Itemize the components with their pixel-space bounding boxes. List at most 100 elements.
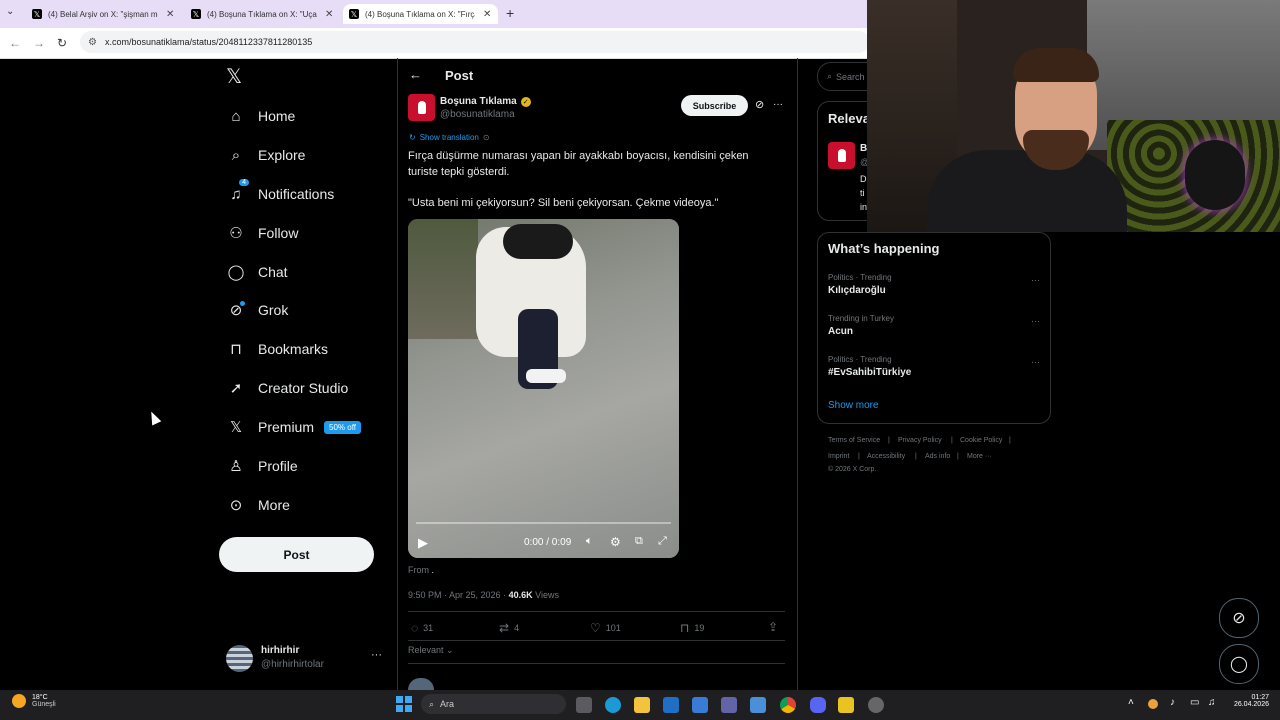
site-info-icon[interactable]: ⚙ xyxy=(88,37,97,48)
footer-link-ads-info[interactable]: Ads info xyxy=(925,453,950,460)
back-arrow-icon[interactable]: ← xyxy=(9,36,21,50)
footer-link-terms[interactable]: Terms of Service xyxy=(828,437,880,444)
nav-notifications[interactable]: ♫ 4 Notifications xyxy=(226,179,335,204)
footer-link-accessibility[interactable]: Accessibility xyxy=(867,453,905,460)
trend-item[interactable]: Politics · Trending #EvSahibiTürkiye ··· xyxy=(828,355,1040,378)
new-tab-button[interactable]: + xyxy=(506,5,514,21)
footer-link-cookie[interactable]: Cookie Policy xyxy=(960,437,1002,444)
teams-icon[interactable] xyxy=(721,697,737,713)
discord-icon[interactable] xyxy=(810,697,826,713)
post-button[interactable]: Post xyxy=(219,537,374,572)
from-value[interactable]: . xyxy=(432,565,435,575)
footer-link-more[interactable]: More ··· xyxy=(967,453,992,460)
close-icon[interactable]: ✕ xyxy=(166,9,174,20)
trend-name: #EvSahibiTürkiye xyxy=(828,367,912,378)
windows-logo-icon xyxy=(405,696,412,703)
app-icon[interactable] xyxy=(838,697,854,713)
close-icon[interactable]: ✕ xyxy=(325,9,333,20)
nav-label: Bookmarks xyxy=(258,341,329,357)
show-more-link[interactable]: Show more xyxy=(828,400,879,411)
microphone-icon[interactable]: ♪ xyxy=(1170,697,1175,708)
chat-floating-button[interactable]: ◯ xyxy=(1219,644,1259,684)
taskbar-search[interactable]: ⌕ Ara xyxy=(421,694,566,714)
volume-icon[interactable]: 🔈︎ xyxy=(586,535,593,548)
like-button[interactable]: ♡ 101 xyxy=(590,621,621,635)
weather-widget[interactable]: 18°C Güneşli xyxy=(12,694,56,708)
author-name-row[interactable]: Boşuna Tıklama ✓ xyxy=(440,96,531,107)
reply-icon: ◌ xyxy=(411,621,419,635)
share-icon[interactable]: ⇪ xyxy=(768,620,778,634)
author-avatar[interactable] xyxy=(828,142,855,169)
tab-list-chevron-icon[interactable]: ⌄ xyxy=(6,6,14,17)
microsoft-store-icon[interactable] xyxy=(692,697,708,713)
nav-follow[interactable]: ⚇ Follow xyxy=(226,223,298,243)
trend-item[interactable]: Trending in Turkey Acun ··· xyxy=(828,314,1040,337)
picture-in-picture-icon[interactable]: ⧉ xyxy=(635,535,643,548)
bookmark-button[interactable]: ⊓ 19 xyxy=(680,621,704,635)
account-switcher[interactable]: hirhirhir @hirhirhirtolar ··· xyxy=(226,643,386,675)
forward-arrow-icon[interactable]: → xyxy=(33,36,45,50)
show-translation-link[interactable]: ↻ Show translation ⊙ xyxy=(409,133,490,142)
trend-name: Kılıçdaroğlu xyxy=(828,285,886,296)
nav-label: Profile xyxy=(258,458,298,474)
whats-happening-card: What’s happening Politics · Trending Kıl… xyxy=(817,232,1051,424)
chrome-icon[interactable] xyxy=(780,697,796,713)
taskbar-clock[interactable]: 01:27 26.04.2026 xyxy=(1227,694,1269,708)
back-arrow-icon[interactable]: ← xyxy=(409,67,422,82)
x-logo-icon: 𝕏 xyxy=(229,419,243,436)
app-icon[interactable] xyxy=(868,697,884,713)
footer-link-imprint[interactable]: Imprint xyxy=(828,453,849,460)
monitor-icon[interactable]: ▭ xyxy=(1190,697,1199,708)
start-button[interactable] xyxy=(396,696,412,712)
video-progress-track[interactable] xyxy=(416,522,671,524)
more-dots-icon[interactable]: ··· xyxy=(371,649,382,661)
nav-label: Notifications xyxy=(258,186,335,202)
more-dots-icon[interactable]: ··· xyxy=(773,99,783,110)
premium-discount-badge: 50% off xyxy=(324,420,361,434)
volume-icon[interactable]: ♫ xyxy=(1208,697,1216,708)
post-timestamp[interactable]: 9:50 PM · Apr 25, 2026 · xyxy=(408,590,506,600)
author-avatar[interactable] xyxy=(408,94,435,121)
trend-item[interactable]: Politics · Trending Kılıçdaroğlu ··· xyxy=(828,273,1040,296)
settings-gear-icon[interactable]: ⚙ xyxy=(610,535,621,549)
tray-app-icon[interactable] xyxy=(1148,699,1158,709)
browser-tab-1[interactable]: 𝕏 (4) Belal Arşiv on X: "şişman me ✕ xyxy=(26,4,178,24)
like-count: 101 xyxy=(605,623,621,633)
grok-explain-icon[interactable]: ⊘ xyxy=(755,98,764,111)
more-dots-icon[interactable]: ··· xyxy=(1031,316,1040,326)
x-logo-icon[interactable]: 𝕏 xyxy=(226,64,242,89)
grok-floating-button[interactable]: ⊘ xyxy=(1219,598,1259,638)
nav-chat[interactable]: ◯ Chat xyxy=(226,262,288,282)
reply-sort-dropdown[interactable]: Relevant ⌄ xyxy=(408,645,454,656)
chevron-up-icon[interactable]: ˄ xyxy=(1128,697,1134,708)
more-dots-icon[interactable]: ··· xyxy=(1031,275,1040,285)
nav-home[interactable]: ⌂ Home xyxy=(226,106,295,126)
reply-button[interactable]: ◌ 31 xyxy=(411,621,433,635)
more-dots-icon[interactable]: ··· xyxy=(1031,357,1040,367)
close-icon[interactable]: ✕ xyxy=(483,9,491,20)
nav-profile[interactable]: ♙ Profile xyxy=(226,456,298,476)
video-player[interactable]: ▶ 0:00 / 0:09 🔈︎ ⚙ ⧉ ⤢ xyxy=(408,219,679,558)
file-explorer-icon[interactable] xyxy=(634,697,650,713)
app-icon[interactable] xyxy=(750,697,766,713)
url-bar[interactable]: ⚙ x.com/bosunatiklama/status/20481123378… xyxy=(80,31,870,53)
fullscreen-icon[interactable]: ⤢ xyxy=(658,535,667,548)
outlook-icon[interactable] xyxy=(663,697,679,713)
author-handle[interactable]: @bosunatiklama xyxy=(440,109,515,120)
nav-more[interactable]: ⊙ More xyxy=(226,495,290,515)
nav-premium[interactable]: 𝕏 Premium 50% off xyxy=(226,417,361,437)
subscribe-button[interactable]: Subscribe xyxy=(681,95,748,116)
reload-icon[interactable]: ↻ xyxy=(57,36,67,50)
nav-creator-studio[interactable]: ➚ Creator Studio xyxy=(226,378,349,398)
browser-tab-3[interactable]: 𝕏 (4) Boşuna Tıklama on X: "Fırça ✕ xyxy=(343,4,498,24)
repost-button[interactable]: ⇄ 4 xyxy=(499,621,519,635)
play-icon[interactable]: ▶ xyxy=(418,535,428,551)
edge-browser-icon[interactable] xyxy=(605,697,621,713)
footer-link-privacy[interactable]: Privacy Policy xyxy=(898,437,942,444)
footer-copyright: © 2026 X Corp. xyxy=(828,466,877,473)
browser-tab-2[interactable]: 𝕏 (4) Boşuna Tıklama on X: "Uçak ✕ xyxy=(185,4,337,24)
nav-explore[interactable]: ⌕ Explore xyxy=(226,145,306,165)
nav-grok[interactable]: ⊘ Grok xyxy=(226,300,288,320)
nav-bookmarks[interactable]: ⊓ Bookmarks xyxy=(226,339,328,359)
task-view-icon[interactable] xyxy=(576,697,592,713)
